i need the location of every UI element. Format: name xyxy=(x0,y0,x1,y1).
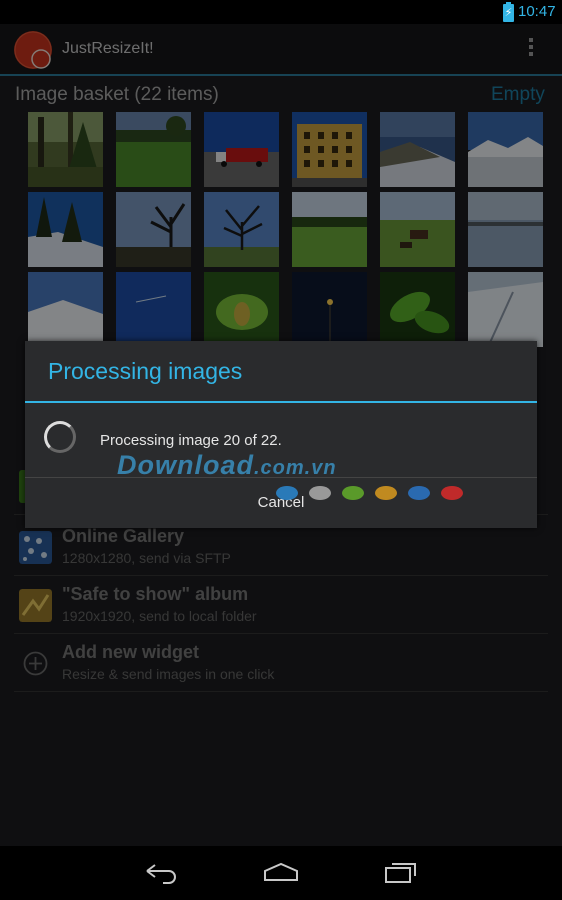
battery-charging-icon: ⚡ xyxy=(503,2,514,22)
navigation-bar xyxy=(0,846,562,900)
processing-dialog: Processing images Processing image 20 of… xyxy=(25,341,537,528)
watermark-suffix: .com.vn xyxy=(254,457,337,479)
cancel-button[interactable]: Cancel xyxy=(25,478,537,528)
green-dot xyxy=(342,486,364,500)
back-icon[interactable] xyxy=(145,862,177,884)
watermark-text: Download xyxy=(117,450,254,480)
watermark: Download.com.vn xyxy=(117,450,337,481)
red-dot xyxy=(441,486,463,500)
gray-dot xyxy=(309,486,331,500)
status-bar: ⚡ 10:47 xyxy=(0,0,562,24)
dialog-title: Processing images xyxy=(48,358,243,384)
home-icon[interactable] xyxy=(263,862,299,884)
blue-dot xyxy=(276,486,298,500)
recents-icon[interactable] xyxy=(384,860,418,884)
orange-dot xyxy=(375,486,397,500)
dialog-divider xyxy=(25,401,537,403)
progress-message: Processing image 20 of 22. xyxy=(100,432,282,449)
blue-dot xyxy=(408,486,430,500)
clock: 10:47 xyxy=(518,3,556,20)
spinner-icon xyxy=(44,421,76,453)
